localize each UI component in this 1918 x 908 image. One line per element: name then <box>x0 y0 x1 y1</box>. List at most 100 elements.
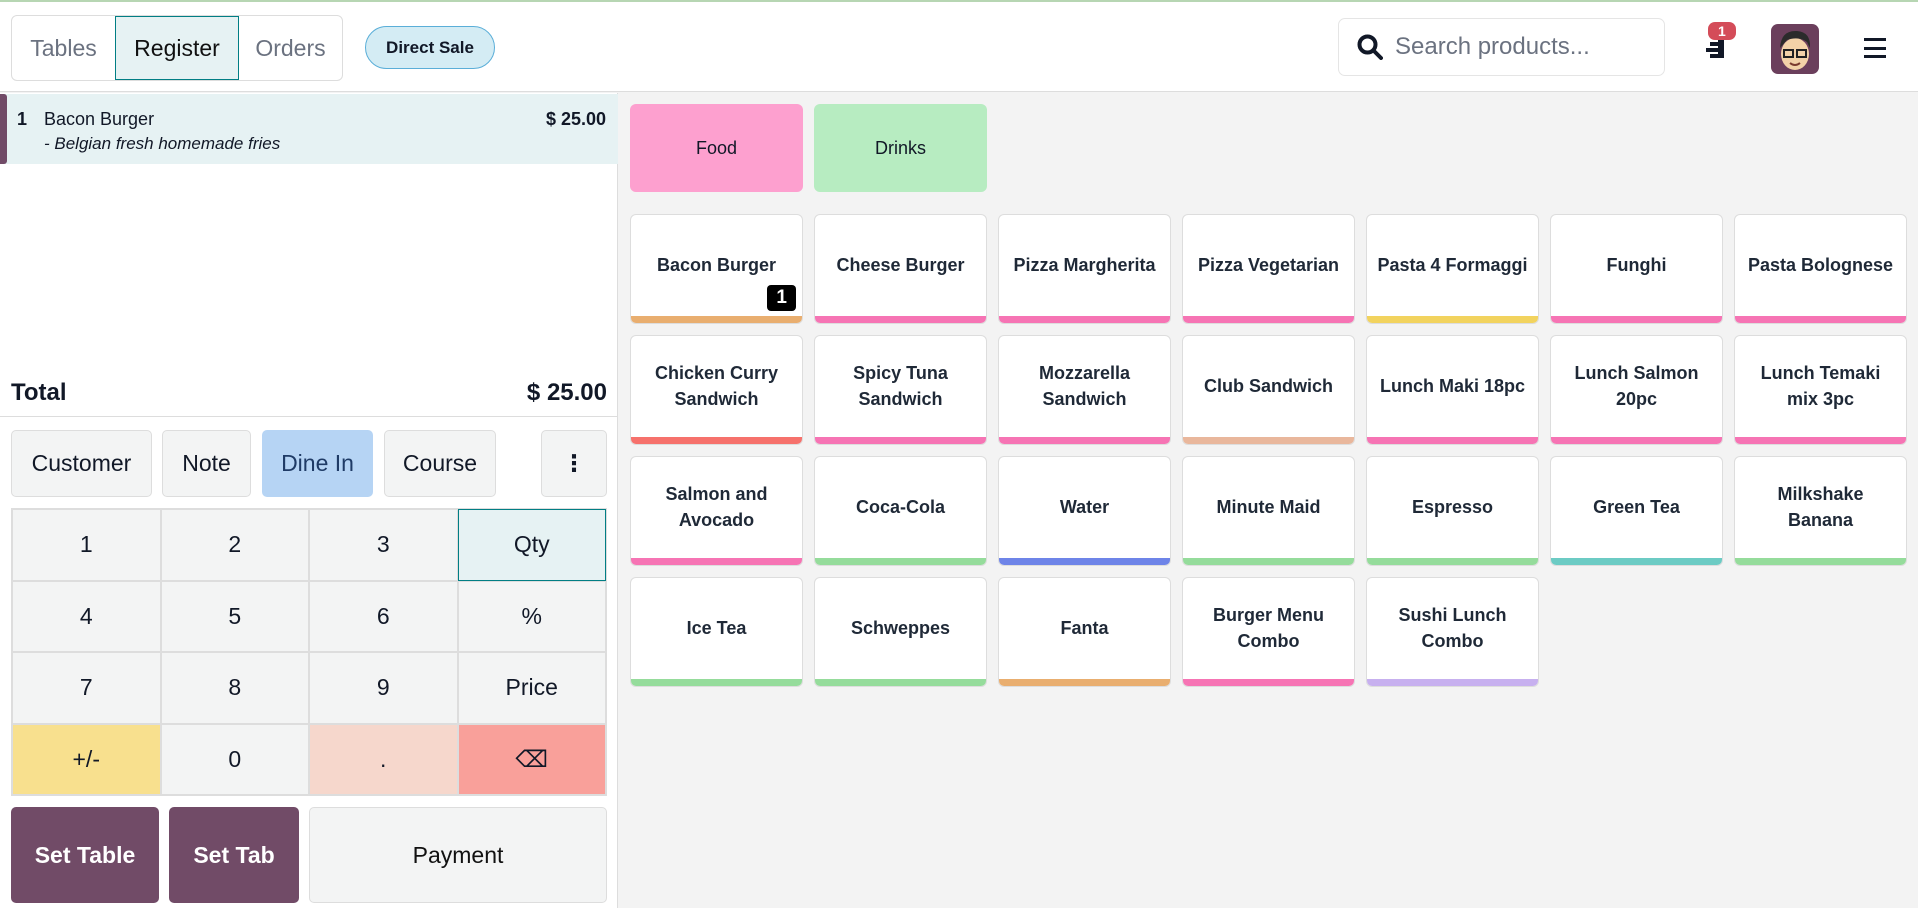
numpad-key[interactable]: 1 <box>12 509 161 581</box>
product-card[interactable]: Green Tea <box>1550 456 1723 566</box>
note-button[interactable]: Note <box>162 430 251 497</box>
product-name: Lunch Salmon 20pc <box>1574 363 1699 409</box>
product-card[interactable]: Water <box>998 456 1171 566</box>
product-color-bar <box>1735 316 1906 323</box>
tab-tables[interactable]: Tables <box>12 16 115 80</box>
product-card[interactable]: Funghi <box>1550 214 1723 324</box>
numpad-key[interactable]: 7 <box>12 652 161 724</box>
product-name: Salmon and Avocado <box>665 484 768 530</box>
dine-in-button[interactable]: Dine In <box>262 430 373 497</box>
category-food[interactable]: Food <box>630 104 803 192</box>
product-color-bar <box>631 437 802 444</box>
numpad-key[interactable]: 3 <box>309 509 458 581</box>
product-color-bar <box>999 558 1170 565</box>
tab-orders[interactable]: Orders <box>239 16 342 80</box>
search-icon <box>1357 34 1383 60</box>
numpad-key[interactable]: Price <box>457 652 606 724</box>
course-button[interactable]: Course <box>384 430 496 497</box>
product-color-bar <box>631 679 802 686</box>
product-color-bar <box>1367 437 1538 444</box>
numpad-key[interactable]: +/- <box>12 723 161 795</box>
order-line[interactable]: 1 Bacon Burger - Belgian fresh homemade … <box>0 94 618 164</box>
product-card[interactable]: Pasta 4 Formaggi <box>1366 214 1539 324</box>
product-card[interactable]: Sushi Lunch Combo <box>1366 577 1539 687</box>
avatar[interactable] <box>1771 24 1819 74</box>
product-card[interactable]: Pizza Margherita <box>998 214 1171 324</box>
product-name: Water <box>1059 496 1110 517</box>
product-color-bar <box>1551 316 1722 323</box>
tab-register[interactable]: Register <box>115 16 239 80</box>
product-color-bar <box>815 437 986 444</box>
product-card[interactable]: Chicken Curry Sandwich <box>630 335 803 445</box>
numpad-key[interactable]: ⌫ <box>457 723 606 795</box>
product-color-bar <box>999 316 1170 323</box>
product-name: Cheese Burger <box>836 254 965 275</box>
product-card[interactable]: Lunch Maki 18pc <box>1366 335 1539 445</box>
product-card[interactable]: Spicy Tuna Sandwich <box>814 335 987 445</box>
numpad-key[interactable]: 6 <box>309 580 458 652</box>
product-card[interactable]: Mozzarella Sandwich <box>998 335 1171 445</box>
product-name: Green Tea <box>1593 496 1680 517</box>
product-card[interactable]: Lunch Temaki mix 3pc <box>1734 335 1907 445</box>
product-card[interactable]: Fanta <box>998 577 1171 687</box>
numpad-key[interactable]: 2 <box>160 509 309 581</box>
more-options-icon[interactable]: ⋮ <box>541 430 607 497</box>
product-card[interactable]: Espresso <box>1366 456 1539 566</box>
line-price: $ 25.00 <box>545 109 606 129</box>
product-color-bar <box>1367 558 1538 565</box>
numpad-key[interactable]: 4 <box>12 580 161 652</box>
product-card[interactable]: Schweppes <box>814 577 987 687</box>
product-card[interactable]: Ice Tea <box>630 577 803 687</box>
product-name: Espresso <box>1411 496 1494 517</box>
search-box[interactable] <box>1338 18 1665 76</box>
product-card[interactable]: Lunch Salmon 20pc <box>1550 335 1723 445</box>
header: Tables Register Orders Direct Sale 1 <box>0 2 1918 92</box>
product-card[interactable]: Burger Menu Combo <box>1182 577 1355 687</box>
product-color-bar <box>1367 316 1538 323</box>
order-total: Total $ 25.00 <box>11 379 607 407</box>
product-color-bar <box>815 679 986 686</box>
numpad: 1 2 3 Qty 4 5 6% 7 8 9 Price +/- 0. ⌫ <box>11 508 607 796</box>
customer-button[interactable]: Customer <box>11 430 152 497</box>
set-tab-button[interactable]: Set Tab <box>169 807 299 903</box>
product-card[interactable]: Pasta Bolognese <box>1734 214 1907 324</box>
numpad-key[interactable]: % <box>457 580 606 652</box>
product-card[interactable]: Coca-Cola <box>814 456 987 566</box>
product-card[interactable]: Cheese Burger <box>814 214 987 324</box>
payment-button[interactable]: Payment <box>309 807 607 903</box>
search-input[interactable] <box>1395 33 1635 61</box>
set-table-button[interactable]: Set Table <box>11 807 159 903</box>
product-name: Pizza Margherita <box>1013 254 1156 275</box>
product-name: Funghi <box>1606 254 1667 275</box>
product-card[interactable]: Bacon Burger 1 <box>630 214 803 324</box>
numpad-key[interactable]: . <box>309 723 458 795</box>
numpad-key[interactable]: 8 <box>160 652 309 724</box>
product-card[interactable]: Milkshake Banana <box>1734 456 1907 566</box>
product-name: Minute Maid <box>1216 496 1321 517</box>
orders-count-badge: 1 <box>1708 22 1736 40</box>
product-color-bar <box>1735 437 1906 444</box>
product-color-bar <box>1551 558 1722 565</box>
product-color-bar <box>815 316 986 323</box>
product-card[interactable]: Pizza Vegetarian <box>1182 214 1355 324</box>
product-color-bar <box>631 558 802 565</box>
product-card[interactable]: Salmon and Avocado <box>630 456 803 566</box>
product-qty-badge: 1 <box>767 285 796 311</box>
product-color-bar <box>1735 558 1906 565</box>
product-name: Coca-Cola <box>855 496 945 517</box>
product-color-bar <box>631 316 802 323</box>
numpad-key[interactable]: 5 <box>160 580 309 652</box>
direct-sale-button[interactable]: Direct Sale <box>365 26 495 69</box>
product-color-bar <box>1183 558 1354 565</box>
product-name: Lunch Temaki mix 3pc <box>1760 363 1881 409</box>
product-card[interactable]: Minute Maid <box>1182 456 1355 566</box>
numpad-key[interactable]: 9 <box>309 652 458 724</box>
product-color-bar <box>1551 437 1722 444</box>
product-card[interactable]: Club Sandwich <box>1182 335 1355 445</box>
category-drinks[interactable]: Drinks <box>814 104 987 192</box>
user-avatar-icon <box>1780 30 1811 70</box>
numpad-key[interactable]: Qty <box>457 509 606 581</box>
hamburger-menu-icon[interactable] <box>1864 38 1886 58</box>
line-qty: 1 <box>17 109 28 129</box>
numpad-key[interactable]: 0 <box>160 723 309 795</box>
